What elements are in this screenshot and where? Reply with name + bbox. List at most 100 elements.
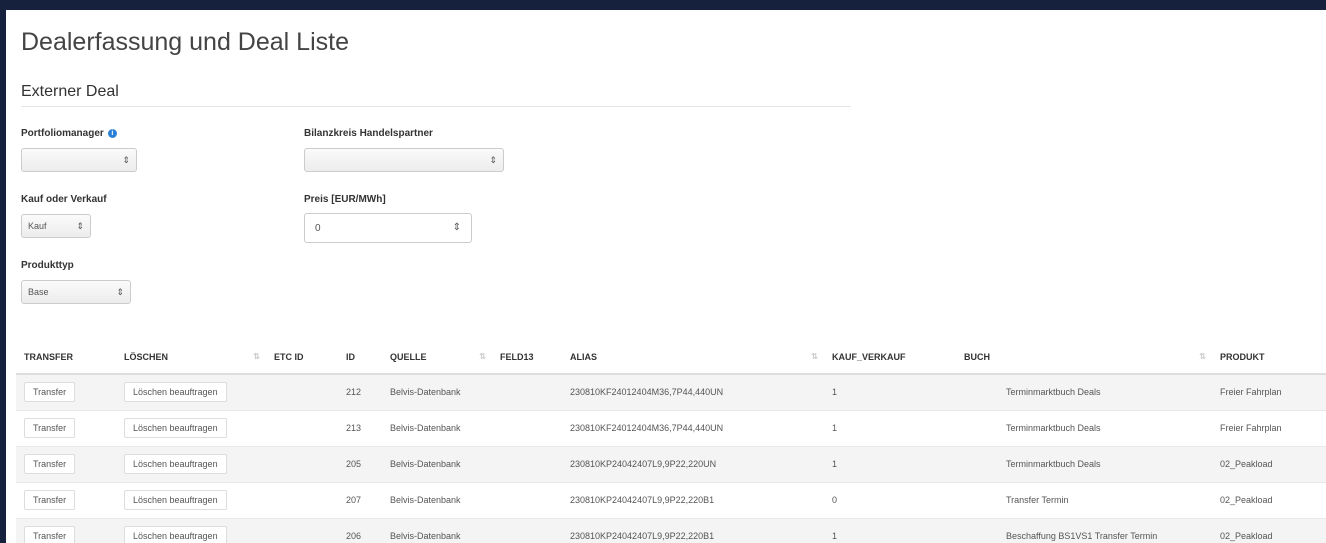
column-header-label: ALIAS (570, 351, 597, 362)
preis-value: 0 (315, 222, 321, 234)
spinner-icon[interactable]: ⇕ (453, 222, 461, 233)
column-header-label: QUELLE (390, 351, 427, 362)
transfer-button[interactable]: Transfer (24, 454, 76, 474)
transfer-cell: Transfer (16, 373, 116, 410)
id-cell: 206 (338, 517, 382, 543)
column-header-etc-id[interactable]: ETC ID (266, 340, 338, 375)
buch-cell: Terminmarktbuch Deals (956, 445, 1212, 482)
column-header-produkt[interactable]: PRODUKT (1212, 340, 1326, 375)
column-header-transfer[interactable]: TRANSFER (16, 340, 116, 375)
column-header-buch[interactable]: BUCH ⇅ (956, 340, 1212, 375)
transfer-cell: Transfer (16, 409, 116, 446)
produkt-cell: 02_Peakload (1212, 445, 1326, 482)
feld13-cell (492, 445, 562, 482)
transfer-cell: Transfer (16, 481, 116, 518)
select-arrows-icon: ⇕ (76, 221, 84, 231)
transfer-button[interactable]: Transfer (24, 490, 76, 510)
etc-id-cell (266, 481, 338, 518)
sort-icon: ⇅ (479, 352, 486, 361)
buch-cell: Terminmarktbuch Deals (956, 409, 1212, 446)
kauf-verkauf-cell: 1 (824, 445, 956, 482)
kauf-verkauf-label: Kauf oder Verkauf (21, 194, 107, 205)
produkt-cell: Freier Fahrplan (1212, 409, 1326, 446)
id-cell: 213 (338, 409, 382, 446)
kauf-verkauf-label-text: Kauf oder Verkauf (21, 194, 107, 205)
portfoliomanager-label-text: Portfoliomanager (21, 128, 104, 139)
produkt-cell: 02_Peakload (1212, 481, 1326, 518)
column-header-label: BUCH (964, 351, 990, 362)
preis-label: Preis [EUR/MWh] (304, 194, 386, 205)
select-arrows-icon: ⇕ (489, 155, 497, 165)
loeschen-button[interactable]: Löschen beauftragen (124, 454, 227, 474)
feld13-cell (492, 517, 562, 543)
loeschen-button[interactable]: Löschen beauftragen (124, 490, 227, 510)
loeschen-button[interactable]: Löschen beauftragen (124, 382, 227, 403)
column-header-label: ID (346, 351, 355, 362)
column-header-kauf-verkauf[interactable]: KAUF_VERKAUF (824, 340, 956, 375)
etc-id-cell (266, 373, 338, 410)
id-cell: 207 (338, 481, 382, 518)
buch-cell: Terminmarktbuch Deals (956, 373, 1212, 410)
kauf-verkauf-cell: 1 (824, 517, 956, 543)
quelle-cell: Belvis-Datenbank (382, 517, 492, 543)
id-cell: 205 (338, 445, 382, 482)
column-header-feld13[interactable]: FELD13 (492, 340, 562, 375)
column-header-loeschen[interactable]: LÖSCHEN ⇅ (116, 340, 266, 375)
buch-cell: Transfer Termin (956, 481, 1212, 518)
column-header-label: PRODUKT (1220, 351, 1265, 362)
kauf-verkauf-cell: 1 (824, 373, 956, 410)
column-header-quelle[interactable]: QUELLE ⇅ (382, 340, 492, 375)
select-arrows-icon: ⇕ (122, 155, 130, 165)
sort-icon: ⇅ (1199, 352, 1206, 361)
loeschen-cell: Löschen beauftragen (116, 373, 266, 410)
info-icon[interactable]: i (107, 129, 117, 138)
transfer-button[interactable]: Transfer (24, 382, 76, 403)
quelle-cell: Belvis-Datenbank (382, 373, 492, 410)
produkttyp-select[interactable]: Base ⇕ (21, 280, 131, 304)
etc-id-cell (266, 517, 338, 543)
loeschen-cell: Löschen beauftragen (116, 481, 266, 518)
bilanzkreis-select[interactable]: ⇕ (304, 148, 504, 172)
select-arrows-icon: ⇕ (116, 287, 124, 297)
bilanzkreis-label: Bilanzkreis Handelspartner (304, 128, 433, 139)
column-header-label: LÖSCHEN (124, 351, 169, 362)
loeschen-button[interactable]: Löschen beauftragen (124, 526, 227, 543)
etc-id-cell (266, 445, 338, 482)
column-header-alias[interactable]: ALIAS ⇅ (562, 340, 824, 375)
table-header-row: TRANSFER LÖSCHEN ⇅ ETC ID ID QUELLE ⇅ FELD… (16, 340, 1326, 375)
column-header-label: FELD13 (500, 351, 534, 362)
produkttyp-value: Base (28, 287, 49, 297)
produkttyp-label-text: Produkttyp (21, 260, 74, 271)
table-row: Transfer Löschen beauftragen 213 Belvis-… (16, 409, 1326, 446)
kauf-verkauf-value: Kauf (28, 221, 47, 231)
column-header-label: ETC ID (274, 351, 304, 362)
transfer-button[interactable]: Transfer (24, 526, 76, 543)
produkttyp-label: Produkttyp (21, 260, 74, 271)
quelle-cell: Belvis-Datenbank (382, 481, 492, 518)
page-title: Dealerfassung und Deal Liste (21, 28, 349, 56)
preis-label-text: Preis [EUR/MWh] (304, 194, 386, 205)
column-header-id[interactable]: ID (338, 340, 382, 375)
produkt-cell: Freier Fahrplan (1212, 373, 1326, 410)
kauf-verkauf-select[interactable]: Kauf ⇕ (21, 214, 91, 238)
loeschen-button[interactable]: Löschen beauftragen (124, 418, 227, 438)
table-row: Transfer Löschen beauftragen 212 Belvis-… (16, 373, 1326, 410)
deal-table: TRANSFER LÖSCHEN ⇅ ETC ID ID QUELLE ⇅ FELD… (16, 340, 1326, 543)
alias-cell: 230810KP24042407L9,9P22,220B1 (562, 517, 824, 543)
table-row: Transfer Löschen beauftragen 205 Belvis-… (16, 445, 1326, 482)
table-row: Transfer Löschen beauftragen 207 Belvis-… (16, 481, 1326, 518)
alias-cell: 230810KP24042407L9,9P22,220UN (562, 445, 824, 482)
preis-input[interactable]: 0 ⇕ (304, 213, 472, 243)
alias-cell: 230810KF24012404M36,7P44,440UN (562, 409, 824, 446)
bilanzkreis-label-text: Bilanzkreis Handelspartner (304, 128, 433, 139)
portfoliomanager-select[interactable]: ⇕ (21, 148, 137, 172)
alias-cell: 230810KF24012404M36,7P44,440UN (562, 373, 824, 410)
transfer-cell: Transfer (16, 445, 116, 482)
alias-cell: 230810KP24042407L9,9P22,220B1 (562, 481, 824, 518)
section-divider (21, 106, 851, 107)
column-header-label: KAUF_VERKAUF (832, 351, 906, 362)
sort-icon: ⇅ (811, 352, 818, 361)
kauf-verkauf-cell: 0 (824, 481, 956, 518)
loeschen-cell: Löschen beauftragen (116, 445, 266, 482)
transfer-button[interactable]: Transfer (24, 418, 76, 438)
